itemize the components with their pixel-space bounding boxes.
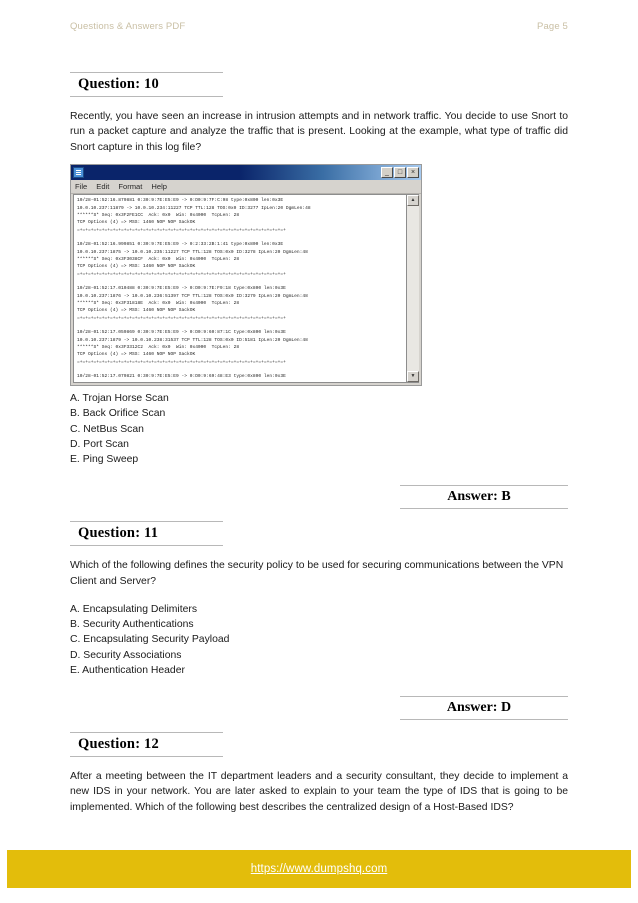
answer-label-10: Answer: B [400, 485, 568, 510]
footer-bar: https://www.dumpshq.com [7, 850, 631, 888]
menu-item-format[interactable]: Format [118, 182, 142, 191]
menu-item-file[interactable]: File [75, 182, 87, 191]
answer-row-10: Answer: B [70, 485, 568, 510]
option-d[interactable]: D. Security Associations [70, 648, 568, 663]
option-b[interactable]: B. Back Orifice Scan [70, 406, 568, 421]
close-icon[interactable]: × [407, 167, 419, 179]
option-d[interactable]: D. Port Scan [70, 437, 568, 452]
answer-label-11: Answer: D [400, 696, 568, 721]
answer-row-11: Answer: D [70, 696, 568, 721]
option-b[interactable]: B. Security Authentications [70, 617, 568, 632]
question-body-11: Which of the following defines the secur… [70, 560, 564, 587]
snort-log-screenshot: _ □ × File Edit Format Help 10/28-01:52:… [70, 164, 422, 387]
option-e[interactable]: E. Authentication Header [70, 663, 568, 678]
options-list-10: A. Trojan Horse Scan B. Back Orifice Sca… [70, 391, 568, 467]
header-left-label: Questions & Answers PDF [70, 20, 186, 32]
question-body-12: After a meeting between the IT departmen… [70, 771, 568, 813]
question-body-10: Recently, you have seen an increase in i… [70, 111, 568, 153]
option-c[interactable]: C. Encapsulating Security Payload [70, 632, 568, 647]
minimize-icon[interactable]: _ [381, 167, 393, 179]
notepad-app-icon [73, 167, 84, 179]
option-a[interactable]: A. Trojan Horse Scan [70, 391, 568, 406]
vertical-scrollbar[interactable]: ▲ ▼ [406, 195, 419, 383]
page-header: Questions & Answers PDF Page 5 [70, 18, 568, 34]
scroll-up-icon[interactable]: ▲ [407, 195, 419, 207]
maximize-icon[interactable]: □ [394, 167, 406, 179]
notepad-client-area: 10/28-01:52:16.879881 0:30:9:7E:E5:E9 ->… [73, 194, 419, 384]
question-heading-12: Question: 12 [70, 732, 223, 758]
page-number-label: Page 5 [536, 20, 568, 32]
notepad-menu-bar: File Edit Format Help [71, 180, 421, 195]
question-heading-11: Question: 11 [70, 521, 223, 547]
option-a[interactable]: A. Encapsulating Delimiters [70, 602, 568, 617]
menu-item-help[interactable]: Help [151, 182, 167, 191]
menu-item-edit[interactable]: Edit [96, 182, 109, 191]
scroll-down-icon[interactable]: ▼ [407, 371, 419, 383]
footer-url-link[interactable]: https://www.dumpshq.com [251, 863, 388, 875]
question-heading-10: Question: 10 [70, 72, 223, 97]
notepad-title-bar: _ □ × [71, 165, 421, 181]
document-content: Question: 10 Recently, you have seen an … [70, 72, 568, 815]
window-controls: _ □ × [381, 167, 419, 179]
snort-log-text: 10/28-01:52:16.879881 0:30:9:7E:E5:E9 ->… [77, 198, 311, 382]
options-list-11: A. Encapsulating Delimiters B. Security … [70, 602, 568, 678]
option-c[interactable]: C. NetBus Scan [70, 422, 568, 437]
option-e[interactable]: E. Ping Sweep [70, 452, 568, 467]
